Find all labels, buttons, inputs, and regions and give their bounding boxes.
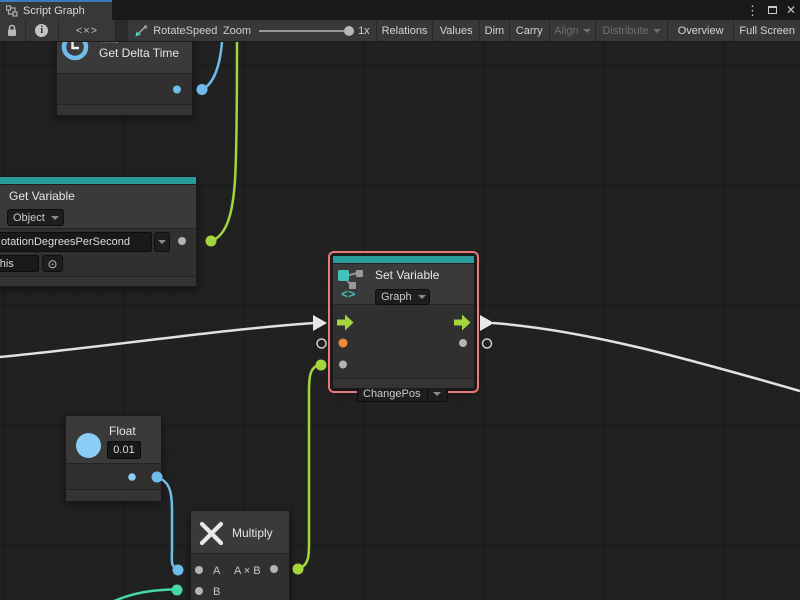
node-title: Get Variable <box>9 189 75 203</box>
port-label-b: B <box>213 586 220 598</box>
svg-text:<>: <> <box>341 288 355 299</box>
chevron-down-icon <box>583 29 591 33</box>
lock-button[interactable] <box>0 20 26 41</box>
toolbar-button-overview[interactable]: Overview <box>668 20 735 41</box>
port-label-a: A <box>213 565 220 577</box>
variable-accent-bar <box>333 256 474 264</box>
multiply-icon <box>198 520 225 547</box>
wire-endpoint-dot[interactable] <box>293 564 304 575</box>
lock-icon <box>6 24 18 37</box>
wire-endpoint-dot[interactable] <box>197 84 208 95</box>
node-multiply[interactable]: Multiply A A × B B <box>190 510 290 600</box>
node-title: Multiply <box>232 526 273 540</box>
chevron-down-icon <box>51 216 59 220</box>
close-icon[interactable]: ✕ <box>786 4 796 16</box>
toolbar-button-align: Align <box>550 20 597 41</box>
variable-scope-dropdown[interactable]: Object <box>7 209 64 226</box>
graph-canvas[interactable]: Time Get Delta Time Get Variable Object … <box>0 42 800 600</box>
graph-asset-icon <box>134 24 148 38</box>
node-get-delta-time[interactable]: Time Get Delta Time <box>56 42 193 116</box>
wire-delta-time-out <box>202 42 222 90</box>
unity-visual-scripting-window: Script Graph ⋮ ✕ i <×> Ro <box>0 0 800 600</box>
set-variable-icon: <> <box>337 269 369 299</box>
target-object-field[interactable]: This <box>0 255 39 272</box>
zoom-label: Zoom <box>223 25 251 37</box>
toolbar-button-values[interactable]: Values <box>433 20 480 41</box>
graph-toolbar: i <×> RotateSpeed Zoom 1x Relations Valu… <box>0 20 800 42</box>
script-graph-icon <box>6 5 18 17</box>
node-title: Set Variable <box>375 268 439 282</box>
tab-script-graph[interactable]: Script Graph <box>0 0 112 20</box>
wire-endpoint-dot[interactable] <box>206 236 217 247</box>
inspect-button[interactable]: i <box>26 20 59 41</box>
node-title: Float <box>109 424 136 438</box>
wire-endpoint-dot[interactable] <box>172 585 183 596</box>
object-picker-icon[interactable]: ⊙ <box>42 255 63 272</box>
port-set-variable-name-outer[interactable] <box>317 339 326 348</box>
node-set-variable[interactable]: <> Set Variable Graph ChangePos <box>332 255 475 389</box>
wire-multiply-to-set-variable <box>298 365 321 570</box>
node-get-variable[interactable]: Get Variable Object RotationDegreesPerSe… <box>0 176 197 287</box>
chevron-down-icon <box>158 240 166 244</box>
window-menu-icon[interactable]: ⋮ <box>746 4 759 17</box>
chevron-down-icon <box>418 295 426 299</box>
zoom-slider-handle[interactable] <box>344 26 354 36</box>
wire-flow-in <box>0 323 314 357</box>
wire-endpoint-dot[interactable] <box>316 360 327 371</box>
code-view-button[interactable]: <×> <box>59 20 117 41</box>
info-icon: i <box>35 24 48 37</box>
float-value-field[interactable]: 0.01 <box>107 441 141 459</box>
tab-title: Script Graph <box>23 5 85 17</box>
node-title: Get Delta Time <box>99 46 179 60</box>
variable-name-field[interactable]: RotationDegreesPerSecond <box>0 232 152 252</box>
flow-arrowhead-in <box>313 315 327 331</box>
clock-icon <box>60 42 90 63</box>
zoom-slider[interactable] <box>259 30 351 32</box>
graph-name: RotateSpeed <box>153 25 217 37</box>
wire-get-variable-out <box>211 42 237 241</box>
port-label-result: A × B <box>234 565 261 577</box>
wire-endpoint-dot[interactable] <box>173 565 184 576</box>
chevron-down-icon <box>653 29 661 33</box>
toolbar-divider <box>116 20 128 41</box>
variable-name-dropdown[interactable] <box>154 232 170 252</box>
zoom-value: 1x <box>358 25 370 37</box>
flow-arrowhead-out <box>480 315 494 331</box>
graph-info-segment: RotateSpeed Zoom 1x <box>128 20 376 41</box>
toolbar-button-fullscreen[interactable]: Full Screen <box>734 20 800 41</box>
variable-accent-bar <box>0 177 196 185</box>
toolbar-button-carry[interactable]: Carry <box>510 20 550 41</box>
port-set-variable-output-outer[interactable] <box>483 339 492 348</box>
float-icon <box>76 433 101 458</box>
tab-bar: Script Graph ⋮ ✕ <box>0 0 800 20</box>
variable-scope-dropdown[interactable]: Graph <box>375 289 430 305</box>
wire-to-multiply-b <box>112 590 177 600</box>
wire-flow-out <box>493 323 800 391</box>
toolbar-button-dim[interactable]: Dim <box>480 20 510 41</box>
code-icon: <×> <box>76 25 98 37</box>
node-category: Time <box>99 42 119 45</box>
toolbar-button-relations[interactable]: Relations <box>377 20 434 41</box>
node-float[interactable]: Float 0.01 <box>65 415 162 502</box>
maximize-icon[interactable] <box>768 6 777 14</box>
chevron-down-icon <box>427 386 441 401</box>
toolbar-button-distribute: Distribute <box>596 20 668 41</box>
